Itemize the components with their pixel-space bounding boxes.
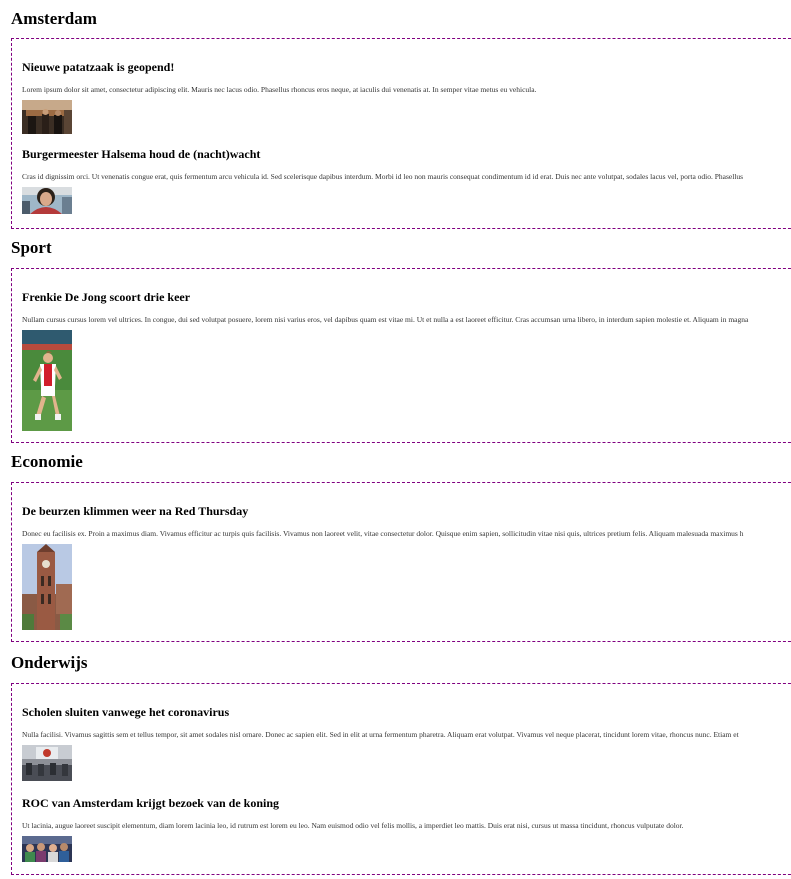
article-image <box>22 187 72 214</box>
article: De beurzen klimmen weer na Red Thursday … <box>22 503 791 630</box>
article-body: Lorem ipsum dolor sit amet, consectetur … <box>22 85 537 94</box>
article-image <box>22 745 72 781</box>
article-body: Ut lacinia, augue laoreet suscipit eleme… <box>22 821 684 830</box>
article-body: Nulla facilisi. Vivamus sagittis sem et … <box>22 730 739 739</box>
article: Burgermeester Halsema houd de (nacht)wac… <box>22 146 791 214</box>
section-title-sport: Sport <box>11 238 52 257</box>
article-body: Nullam cursus cursus lorem vel ultrices.… <box>22 315 749 324</box>
article-title[interactable]: Scholen sluiten vanwege het coronavirus <box>22 704 791 720</box>
article-title[interactable]: ROC van Amsterdam krijgt bezoek van de k… <box>22 795 791 811</box>
article: Frenkie De Jong scoort drie keer Nullam … <box>22 289 791 431</box>
article-title[interactable]: Frenkie De Jong scoort drie keer <box>22 289 791 305</box>
article-title[interactable]: Nieuwe patatzaak is geopend! <box>22 59 791 75</box>
section-amsterdam: Nieuwe patatzaak is geopend! Lorem ipsum… <box>11 38 791 229</box>
article-title[interactable]: De beurzen klimmen weer na Red Thursday <box>22 503 791 519</box>
article-image <box>22 544 72 630</box>
article-image <box>22 836 72 862</box>
article: Scholen sluiten vanwege het coronavirus … <box>22 704 791 781</box>
article-body: Cras id dignissim orci. Ut venenatis con… <box>22 172 744 181</box>
section-title-onderwijs: Onderwijs <box>11 653 88 672</box>
section-onderwijs: Scholen sluiten vanwege het coronavirus … <box>11 683 791 875</box>
article-body: Donec eu facilisis ex. Proin a maximus d… <box>22 529 744 538</box>
article: ROC van Amsterdam krijgt bezoek van de k… <box>22 795 791 862</box>
section-title-amsterdam: Amsterdam <box>11 9 97 28</box>
section-title-economie: Economie <box>11 452 83 471</box>
section-economie: De beurzen klimmen weer na Red Thursday … <box>11 482 791 642</box>
article: Nieuwe patatzaak is geopend! Lorem ipsum… <box>22 59 791 134</box>
article-title[interactable]: Burgermeester Halsema houd de (nacht)wac… <box>22 146 791 162</box>
article-image <box>22 100 72 134</box>
section-sport: Frenkie De Jong scoort drie keer Nullam … <box>11 268 791 443</box>
article-image <box>22 330 72 431</box>
